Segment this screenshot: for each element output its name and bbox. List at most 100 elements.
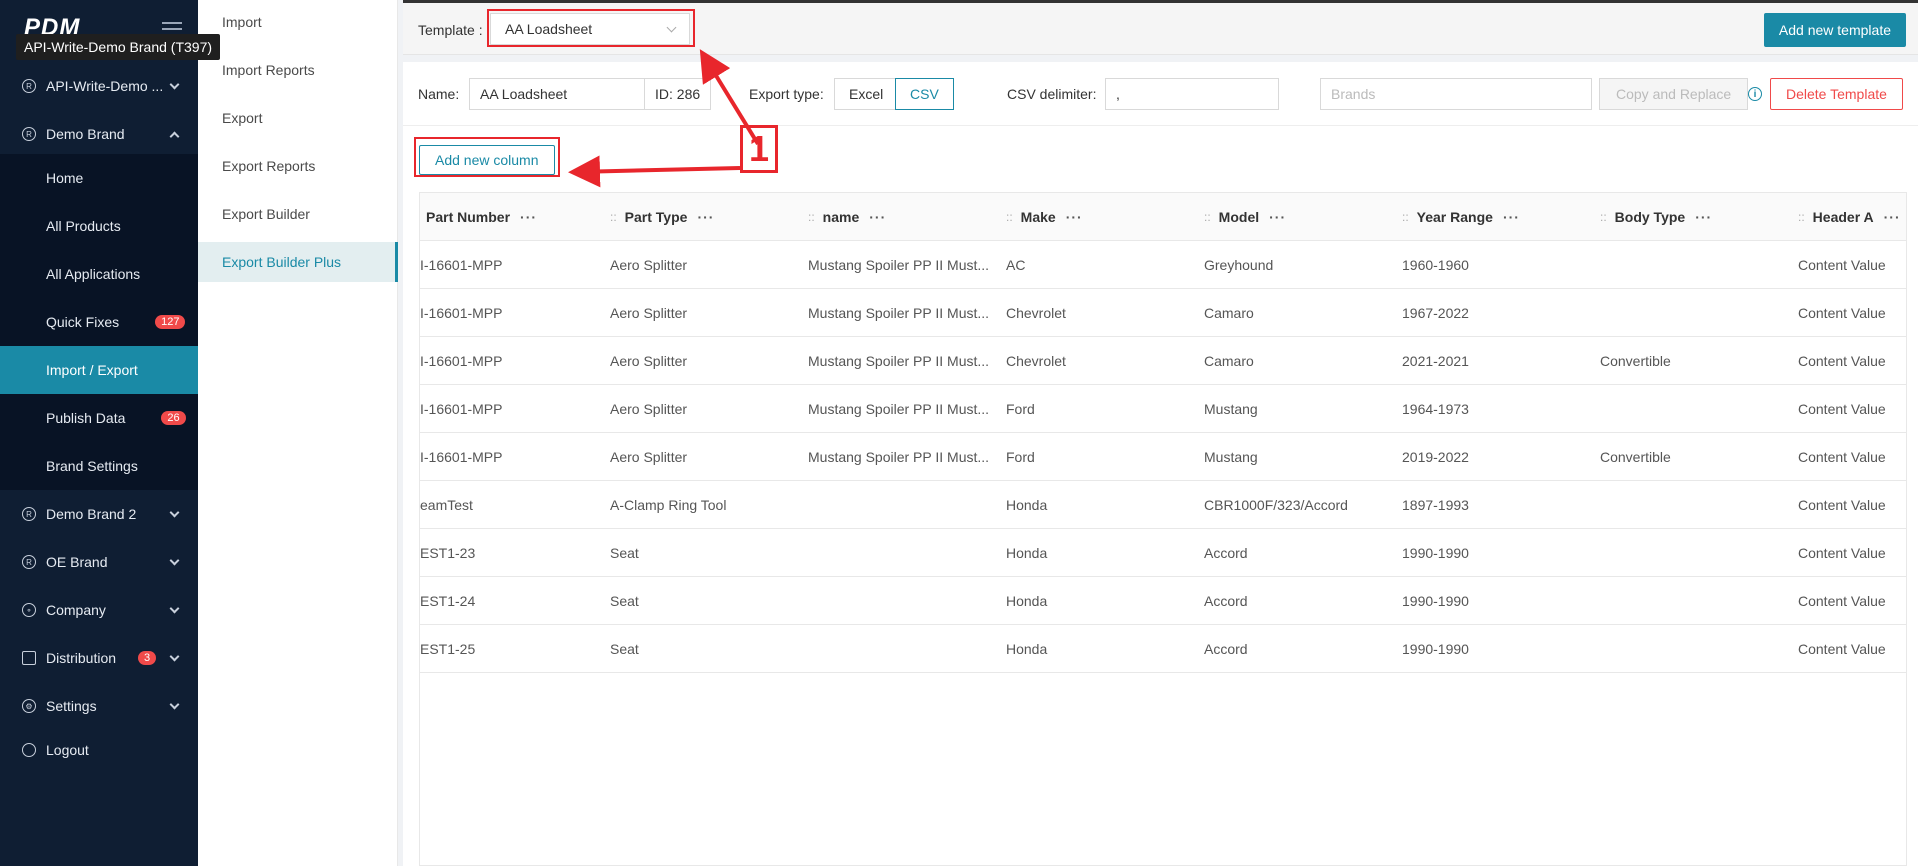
more-icon[interactable]: ··· bbox=[697, 209, 714, 225]
sidebar-item-quick-fixes[interactable]: Quick Fixes 127 bbox=[0, 298, 198, 346]
table-row: EST1-23 Seat Honda Accord 1990-1990 Content V… bbox=[420, 529, 1906, 577]
more-icon[interactable]: ··· bbox=[1066, 209, 1083, 225]
add-new-template-button[interactable]: Add new template bbox=[1763, 13, 1906, 47]
table-cell: 1960-1960 bbox=[1402, 257, 1469, 273]
table-cell: 1964-1973 bbox=[1402, 401, 1469, 417]
sidebar-item-label: Quick Fixes bbox=[46, 314, 120, 330]
table-row: eamTest A-Clamp Ring Tool Honda CBR1000F/32… bbox=[420, 481, 1906, 529]
table-cell bbox=[808, 529, 988, 577]
table-cell bbox=[1600, 625, 1790, 673]
table-cell: Content Value bbox=[1798, 593, 1886, 609]
export-type-excel[interactable]: Excel bbox=[834, 78, 899, 110]
chevron-down-icon bbox=[169, 507, 180, 518]
column-header[interactable]: :: name ··· bbox=[808, 193, 886, 241]
drag-handle-icon[interactable]: :: bbox=[1798, 210, 1805, 224]
drag-handle-icon[interactable]: :: bbox=[1600, 210, 1607, 224]
table-cell: Aero Splitter bbox=[610, 449, 688, 465]
sidebar-item-demo-brand-2[interactable]: R Demo Brand 2 bbox=[0, 490, 198, 538]
column-header[interactable]: :: Body Type ··· bbox=[1600, 193, 1712, 241]
table-cell: Mustang bbox=[1204, 449, 1258, 465]
submenu-item-export-builder-plus[interactable]: Export Builder Plus bbox=[198, 242, 398, 282]
table-cell: Honda bbox=[1006, 593, 1048, 609]
table-cell: Content Value bbox=[1798, 401, 1886, 417]
table-cell: Chevrolet bbox=[1006, 305, 1066, 321]
table-cell: 1990-1990 bbox=[1402, 641, 1469, 657]
column-header[interactable]: :: Model ··· bbox=[1204, 193, 1286, 241]
more-icon[interactable]: ··· bbox=[1884, 209, 1901, 225]
chevron-down-icon bbox=[169, 603, 180, 614]
main-content: Template : AA Loadsheet Add new template… bbox=[403, 0, 1918, 866]
sidebar-item-api-write-demo[interactable]: R API-Write-Demo ... bbox=[0, 62, 198, 110]
table-cell: AC bbox=[1006, 257, 1026, 273]
submenu-item-export-reports[interactable]: Export Reports bbox=[198, 146, 398, 186]
table-cell: Content Value bbox=[1798, 497, 1886, 513]
chevron-down-icon bbox=[169, 699, 180, 710]
column-header[interactable]: :: Year Range ··· bbox=[1402, 193, 1520, 241]
submenu-item-import-reports[interactable]: Import Reports bbox=[198, 50, 398, 90]
more-icon[interactable]: ··· bbox=[1269, 209, 1286, 225]
column-header[interactable]: :: Header A ··· bbox=[1798, 193, 1901, 241]
table-cell: EST1-23 bbox=[420, 545, 476, 561]
drag-handle-icon[interactable]: :: bbox=[808, 210, 815, 224]
table-cell: Content Value bbox=[1798, 545, 1886, 561]
submenu-item-import[interactable]: Import bbox=[198, 2, 398, 42]
column-header[interactable]: :: Part Type ··· bbox=[610, 193, 714, 241]
table-cell: Ford bbox=[1006, 449, 1035, 465]
more-icon[interactable]: ··· bbox=[1503, 209, 1520, 225]
submenu-item-export[interactable]: Export bbox=[198, 98, 398, 138]
drag-handle-icon[interactable]: :: bbox=[610, 210, 617, 224]
drag-handle-icon[interactable]: :: bbox=[1006, 210, 1013, 224]
sidebar-item-settings[interactable]: ⚙ Settings bbox=[0, 682, 198, 730]
table-cell: I-16601-MPP bbox=[420, 449, 503, 465]
sidebar-item-all-applications[interactable]: All Applications bbox=[0, 250, 198, 298]
export-type-csv[interactable]: CSV bbox=[895, 78, 954, 110]
brands-select[interactable]: Brands bbox=[1320, 78, 1592, 110]
count-badge: 127 bbox=[155, 315, 186, 329]
table-cell: 2021-2021 bbox=[1402, 353, 1469, 369]
sidebar-item-oe-brand[interactable]: R OE Brand bbox=[0, 538, 198, 586]
column-header-label: Part Number bbox=[426, 209, 511, 225]
delete-template-button[interactable]: Delete Template bbox=[1770, 78, 1903, 110]
sidebar-item-brand-settings[interactable]: Brand Settings bbox=[0, 442, 198, 490]
column-header-label: Body Type bbox=[1614, 209, 1686, 225]
table-cell: Mustang Spoiler PP II Must... bbox=[808, 401, 988, 417]
table-cell: Content Value bbox=[1798, 353, 1886, 369]
info-icon[interactable]: i bbox=[1748, 87, 1762, 101]
more-icon[interactable]: ··· bbox=[1695, 209, 1712, 225]
sidebar-item-logout[interactable]: Logout bbox=[0, 726, 198, 774]
table-cell: Content Value bbox=[1798, 305, 1886, 321]
add-column-highlight bbox=[414, 137, 560, 177]
name-input[interactable]: AA Loadsheet bbox=[469, 78, 645, 110]
column-header-label: Year Range bbox=[1416, 209, 1493, 225]
table-cell: Honda bbox=[1006, 497, 1048, 513]
table-cell bbox=[1600, 529, 1790, 577]
logout-icon bbox=[22, 743, 36, 757]
submenu-item-export-builder[interactable]: Export Builder bbox=[198, 194, 398, 234]
table-cell: Greyhound bbox=[1204, 257, 1274, 273]
table-cell: EST1-25 bbox=[420, 641, 476, 657]
sidebar-item-distribution[interactable]: Distribution 3 bbox=[0, 634, 198, 682]
table-cell bbox=[1600, 577, 1790, 625]
column-header[interactable]: Part Number ··· bbox=[426, 193, 537, 241]
more-icon[interactable]: ··· bbox=[520, 209, 537, 225]
more-icon[interactable]: ··· bbox=[869, 209, 886, 225]
drag-handle-icon[interactable]: :: bbox=[1402, 210, 1409, 224]
sidebar-item-company[interactable]: ⚬ Company bbox=[0, 586, 198, 634]
sidebar-item-demo-brand[interactable]: R Demo Brand bbox=[0, 110, 198, 158]
brand-tooltip: API-Write-Demo Brand (T397) bbox=[16, 34, 221, 60]
csv-delimiter-input[interactable]: , bbox=[1105, 78, 1279, 110]
table-cell bbox=[1600, 289, 1790, 337]
sidebar-item-import-export[interactable]: Import / Export bbox=[0, 346, 198, 394]
sidebar-item-home[interactable]: Home bbox=[0, 154, 198, 202]
sidebar-item-publish-data[interactable]: Publish Data 26 bbox=[0, 394, 198, 442]
table-cell: Aero Splitter bbox=[610, 353, 688, 369]
drag-handle-icon[interactable]: :: bbox=[1204, 210, 1211, 224]
copy-and-replace-button[interactable]: Copy and Replace bbox=[1599, 78, 1749, 110]
column-header[interactable]: :: Make ··· bbox=[1006, 193, 1083, 241]
table-cell: Content Value bbox=[1798, 641, 1886, 657]
table-cell: I-16601-MPP bbox=[420, 305, 503, 321]
sidebar-item-all-products[interactable]: All Products bbox=[0, 202, 198, 250]
id-field: ID: 286 bbox=[644, 78, 711, 110]
table-cell: Mustang Spoiler PP II Must... bbox=[808, 353, 988, 369]
table-cell: Mustang Spoiler PP II Must... bbox=[808, 257, 988, 273]
